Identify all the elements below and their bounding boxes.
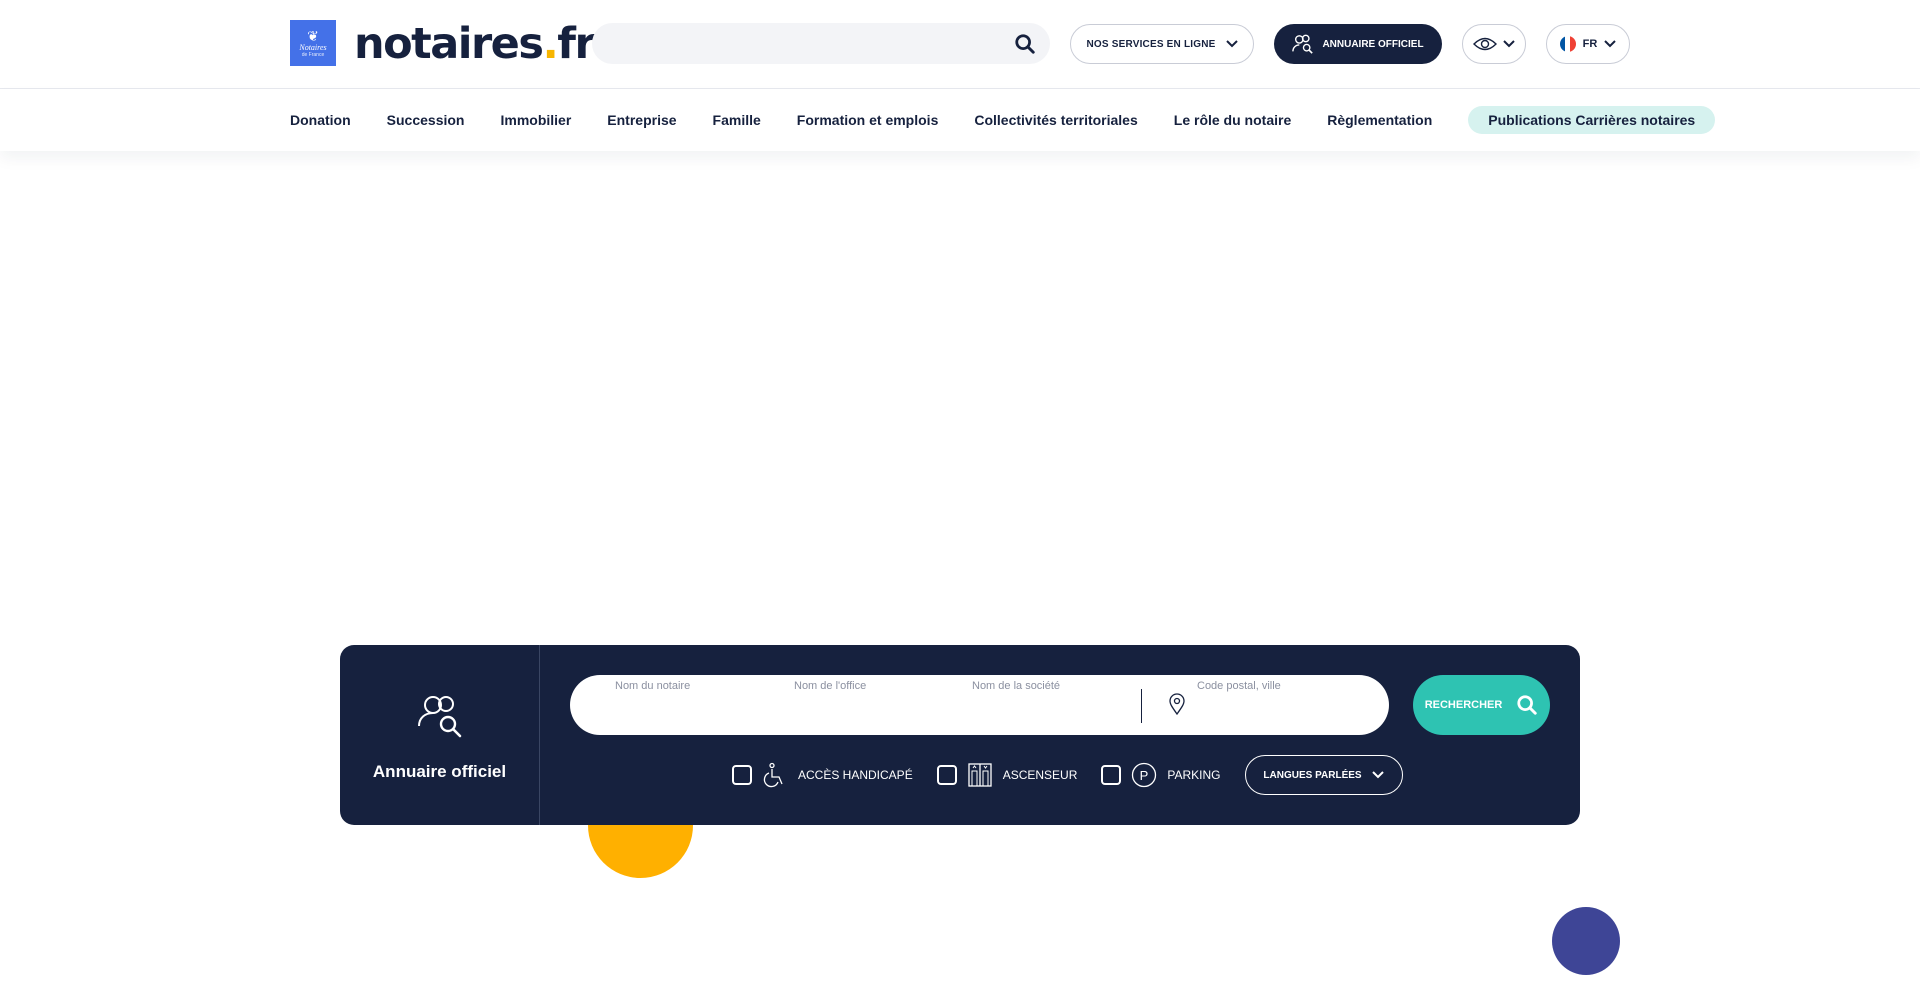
language-code: FR bbox=[1582, 38, 1598, 50]
elevator-icon bbox=[968, 763, 992, 787]
directory-title: Annuaire officiel bbox=[372, 762, 507, 781]
company-name-input[interactable] bbox=[972, 697, 1132, 725]
logo-bird-icon: ❦ bbox=[307, 27, 319, 44]
main-navigation: Donation Succession Immobilier Entrepris… bbox=[0, 89, 1920, 151]
notaires-de-france-logo[interactable]: ❦ Notaires de France bbox=[290, 20, 336, 66]
france-flag-icon bbox=[1559, 36, 1576, 52]
decorative-blue-circle bbox=[1552, 907, 1620, 975]
location-pin-icon bbox=[1169, 693, 1185, 715]
nav-item-succession[interactable]: Succession bbox=[387, 106, 465, 134]
nav-item-publications[interactable]: Publications Carrières notaires bbox=[1468, 106, 1716, 134]
nav-item-reglementation[interactable]: Règlementation bbox=[1327, 106, 1432, 134]
nav-item-collectivites[interactable]: Collectivités territoriales bbox=[974, 106, 1137, 134]
chevron-down-icon bbox=[1604, 40, 1617, 48]
online-services-button[interactable]: NOS SERVICES EN LIGNE bbox=[1070, 24, 1254, 64]
logo-badge-line2: de France bbox=[301, 51, 325, 58]
directory-filters: ACCÈS HANDICAPÉ ASCENSEUR P PARKING LANG… bbox=[732, 755, 1403, 795]
search-icon[interactable] bbox=[1014, 33, 1036, 55]
official-directory-label: ANNUAIRE OFFICIEL bbox=[1322, 38, 1424, 50]
eye-icon bbox=[1473, 37, 1497, 51]
people-search-icon bbox=[1292, 34, 1314, 54]
directory-search-fields: Nom du notaire Nom de l'office Nom de la… bbox=[570, 675, 1389, 735]
chevron-down-icon bbox=[1503, 40, 1515, 48]
nav-item-famille[interactable]: Famille bbox=[713, 106, 761, 134]
nav-item-donation[interactable]: Donation bbox=[290, 106, 351, 134]
people-search-icon bbox=[417, 696, 461, 738]
accessibility-checkbox[interactable] bbox=[732, 765, 752, 785]
filter-parking[interactable]: P PARKING bbox=[1101, 762, 1221, 788]
filter-elevator[interactable]: ASCENSEUR bbox=[936, 762, 1078, 788]
directory-search-panel: Annuaire officiel Nom du notaire Nom de … bbox=[340, 645, 1580, 825]
logo-badge-line1: Notaires bbox=[299, 42, 327, 52]
office-name-input[interactable] bbox=[794, 697, 954, 725]
elevator-checkbox[interactable] bbox=[936, 765, 957, 785]
parking-icon-letter: P bbox=[1140, 768, 1149, 783]
directory-search-label: RECHERCHER bbox=[1424, 699, 1503, 711]
spoken-languages-label: LANGUES PARLÉES bbox=[1263, 769, 1362, 781]
chevron-down-icon bbox=[1371, 771, 1384, 779]
official-directory-button[interactable]: ANNUAIRE OFFICIEL bbox=[1274, 24, 1442, 64]
site-search-input[interactable] bbox=[592, 23, 1050, 64]
spoken-languages-dropdown[interactable]: LANGUES PARLÉES bbox=[1244, 755, 1403, 795]
directory-heading: Annuaire officiel bbox=[340, 645, 540, 825]
location-label: Code postal, ville bbox=[1197, 680, 1281, 692]
fields-divider bbox=[1141, 689, 1142, 723]
parking-checkbox[interactable] bbox=[1101, 765, 1122, 785]
wheelchair-icon bbox=[763, 762, 783, 788]
search-icon bbox=[1517, 695, 1538, 715]
parking-label: PARKING bbox=[1167, 768, 1221, 782]
wordmark-part1: notaires bbox=[354, 19, 544, 69]
chevron-down-icon bbox=[1225, 40, 1238, 48]
parking-icon: P bbox=[1132, 762, 1157, 788]
nav-item-entreprise[interactable]: Entreprise bbox=[607, 106, 676, 134]
office-name-label: Nom de l'office bbox=[794, 680, 867, 692]
company-name-label: Nom de la société bbox=[972, 680, 1061, 692]
nav-item-immobilier[interactable]: Immobilier bbox=[500, 106, 571, 134]
site-wordmark[interactable]: notaires.fr bbox=[354, 16, 596, 72]
wordmark-dot: . bbox=[542, 19, 558, 69]
elevator-label: ASCENSEUR bbox=[1002, 768, 1078, 782]
accessibility-label: ACCÈS HANDICAPÉ bbox=[798, 768, 913, 782]
nav-item-formation[interactable]: Formation et emplois bbox=[797, 106, 939, 134]
notary-name-input[interactable] bbox=[615, 697, 775, 725]
directory-search-button[interactable]: RECHERCHER bbox=[1413, 675, 1550, 735]
filter-accessibility[interactable]: ACCÈS HANDICAPÉ bbox=[732, 762, 913, 788]
site-search bbox=[592, 23, 1050, 64]
wordmark-part2: fr bbox=[557, 19, 595, 69]
language-selector[interactable]: FR bbox=[1546, 24, 1630, 64]
accessibility-button[interactable] bbox=[1462, 24, 1526, 64]
location-input[interactable] bbox=[1197, 697, 1357, 725]
nav-item-role-notaire[interactable]: Le rôle du notaire bbox=[1174, 106, 1291, 134]
notary-name-label: Nom du notaire bbox=[615, 680, 691, 692]
online-services-label: NOS SERVICES EN LIGNE bbox=[1086, 38, 1216, 50]
site-header: ❦ Notaires de France notaires.fr NOS SER… bbox=[0, 0, 1920, 89]
